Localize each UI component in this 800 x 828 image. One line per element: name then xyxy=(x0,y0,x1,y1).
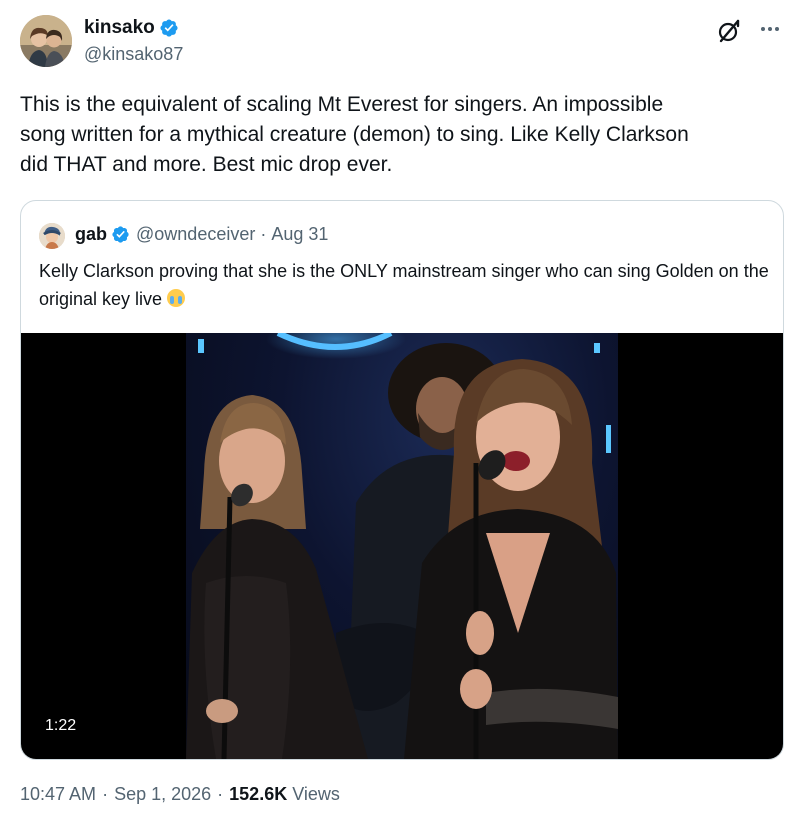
author-name-row[interactable]: kinsako xyxy=(84,17,179,39)
grok-icon[interactable] xyxy=(716,18,742,44)
separator-dot: · xyxy=(260,224,267,244)
post-time[interactable]: 10:47 AM xyxy=(20,784,96,805)
tweet[interactable]: kinsako @kinsako87 This is the equivalen… xyxy=(0,0,800,828)
quoted-text-content: Kelly Clarkson proving that she is the O… xyxy=(39,261,769,309)
quoted-date[interactable]: Aug 31 xyxy=(271,224,328,245)
author-display-name[interactable]: kinsako xyxy=(84,17,155,39)
quoted-display-name[interactable]: gab xyxy=(75,224,107,245)
separator-dot: · xyxy=(102,784,109,804)
author-handle[interactable]: @kinsako87 xyxy=(84,44,183,65)
author-avatar[interactable] xyxy=(20,15,72,67)
more-options-icon[interactable] xyxy=(757,16,783,42)
video-player[interactable]: 1:22 xyxy=(21,333,783,759)
verified-badge-icon xyxy=(112,226,129,243)
quoted-author-row[interactable]: gab @owndeceiver · Aug 31 xyxy=(75,224,328,245)
loudly-crying-face-icon xyxy=(167,289,186,307)
video-frame xyxy=(186,333,618,759)
tweet-text: This is the equivalent of scaling Mt Eve… xyxy=(20,93,689,176)
views-label: Views xyxy=(292,784,340,804)
post-date[interactable]: Sep 1, 2026 xyxy=(114,784,211,805)
quoted-tweet-text: Kelly Clarkson proving that she is the O… xyxy=(39,257,769,313)
quoted-tweet-card[interactable]: gab @owndeceiver · Aug 31 Kelly Clarkson… xyxy=(20,200,784,760)
separator-dot: · xyxy=(217,784,224,804)
video-duration-badge: 1:22 xyxy=(37,713,85,739)
tweet-meta: 10:47 AM · Sep 1, 2026 · 152.6K Views xyxy=(20,784,340,805)
quoted-handle[interactable]: @owndeceiver xyxy=(136,224,255,245)
verified-badge-icon xyxy=(160,19,178,37)
views-count: 152.6K xyxy=(229,784,288,804)
quoted-author-avatar[interactable] xyxy=(39,223,65,249)
